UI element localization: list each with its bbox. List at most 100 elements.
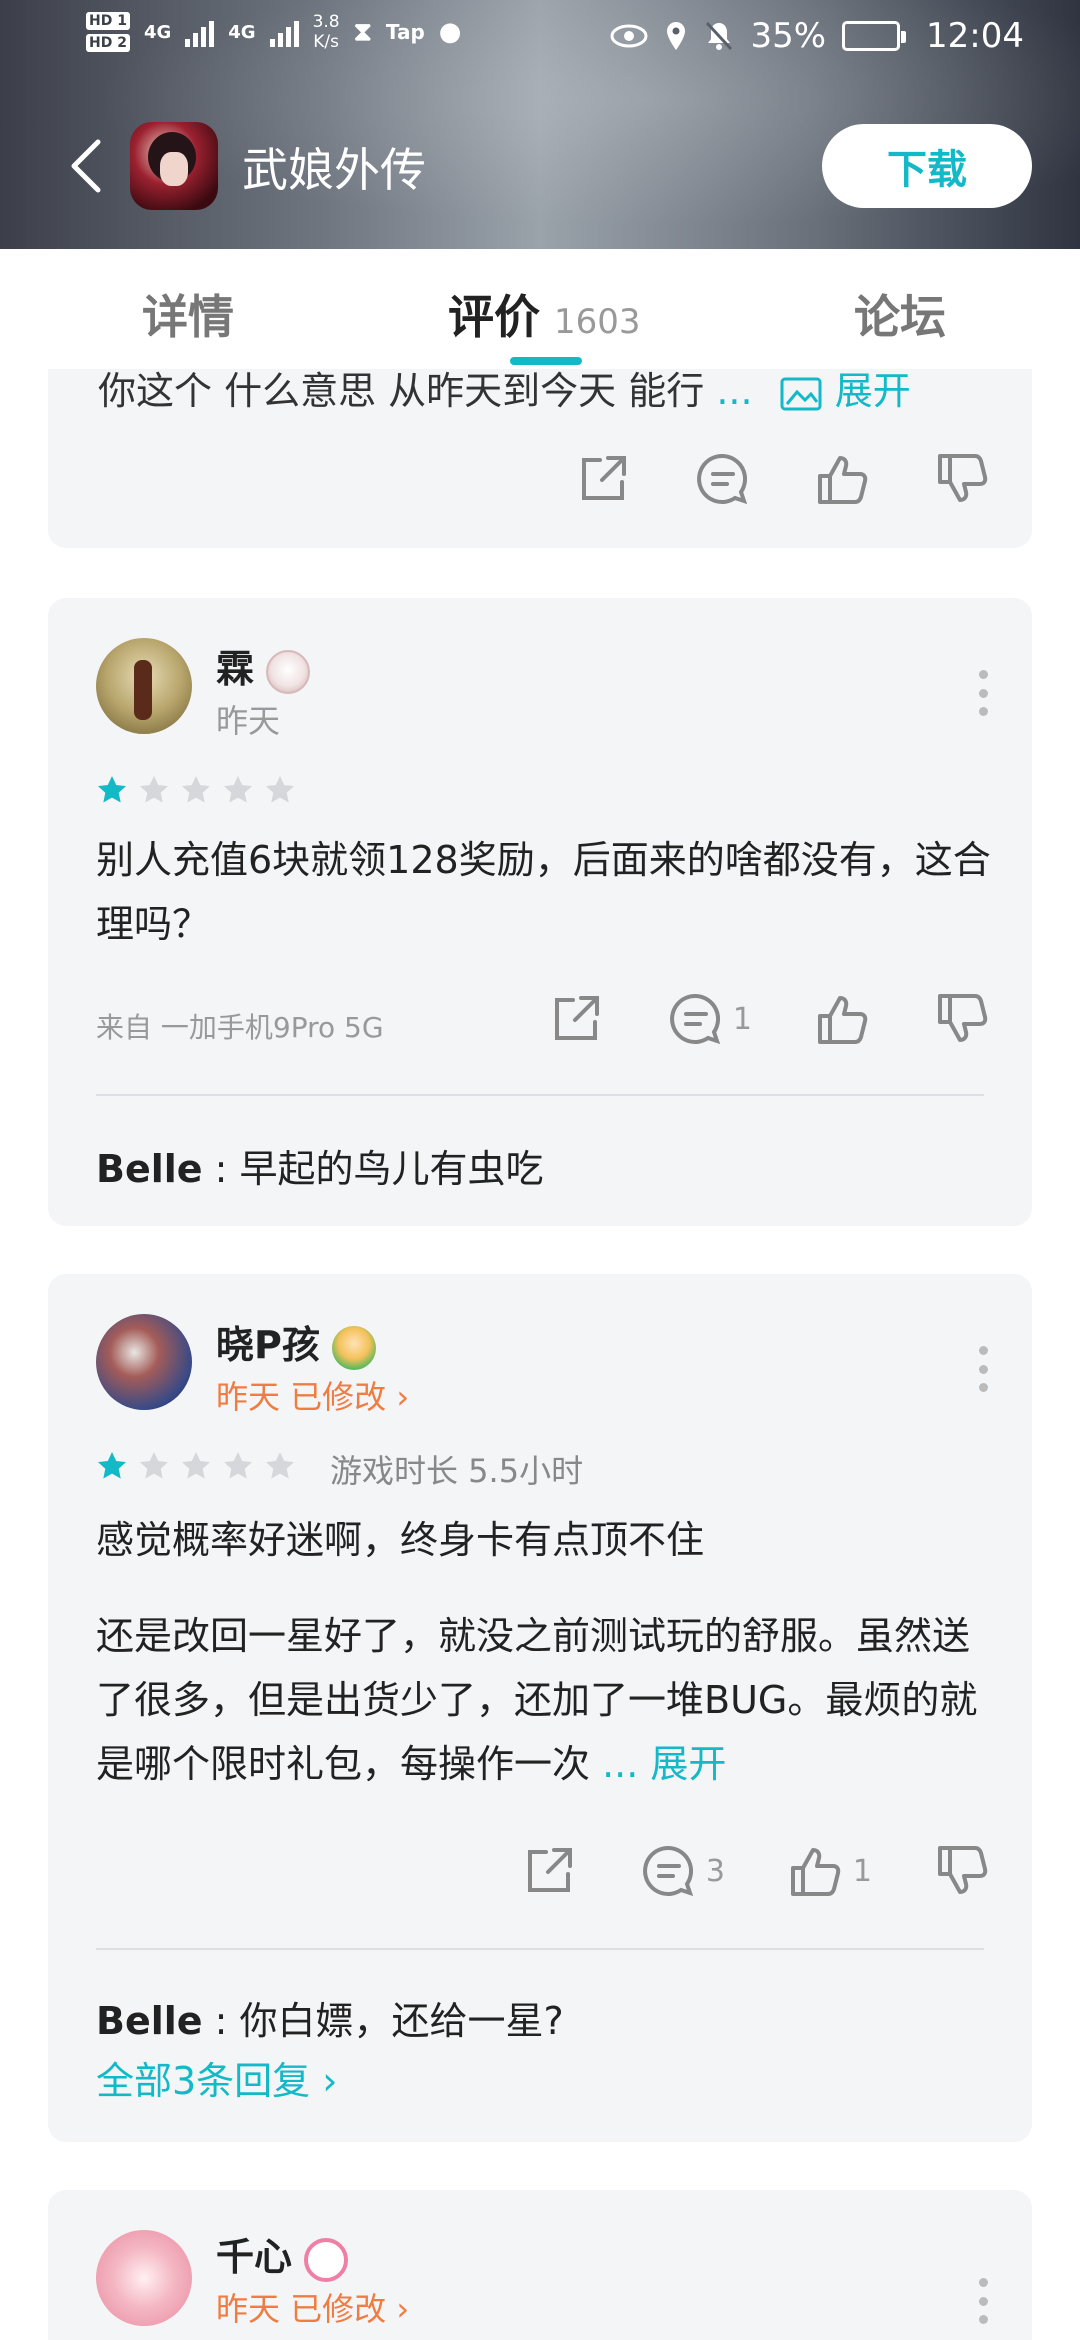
back-arrow-icon[interactable] xyxy=(66,138,106,194)
location-icon xyxy=(667,22,686,50)
user-badge-icon xyxy=(266,649,311,694)
app-title: 武娘外传 xyxy=(242,143,426,197)
comment-button[interactable]: 1 xyxy=(667,990,752,1048)
dislike-button[interactable] xyxy=(934,450,992,508)
image-icon xyxy=(780,377,822,410)
comment-count: 1 xyxy=(732,1001,752,1037)
username[interactable]: 千心 xyxy=(216,2226,349,2282)
ellipsis: ... xyxy=(716,369,753,413)
user-badge-icon xyxy=(331,1325,376,1370)
more-options-icon[interactable] xyxy=(978,670,988,716)
network-type-2: 4G xyxy=(228,21,256,43)
hourglass-icon: ⧗ xyxy=(353,16,372,47)
action-bar: 1 xyxy=(485,990,992,1048)
star-empty-icon xyxy=(266,1452,294,1479)
app-bar: 武娘外传 下载 xyxy=(0,110,1080,220)
review-text: 别人充值6块就领128奖励，后面来的啥都没有，这合理吗？ xyxy=(96,838,991,946)
comment-icon xyxy=(697,453,748,505)
reply-preview[interactable]: Belle : 早起的鸟儿有虫吃 xyxy=(96,1138,544,1193)
app-icon xyxy=(130,122,218,210)
eye-icon xyxy=(610,24,648,48)
star-rating xyxy=(96,1450,296,1482)
thumbs-down-icon xyxy=(938,994,988,1042)
star-empty-icon xyxy=(224,776,252,803)
username-text: 晓P孩 xyxy=(216,1323,320,1367)
ellipsis: ... xyxy=(590,1742,651,1786)
expand-link[interactable]: 展开 xyxy=(835,369,911,413)
star-empty-icon xyxy=(140,1452,168,1479)
tab-forum[interactable]: 论坛 xyxy=(854,281,946,347)
review-date[interactable]: 昨天 已修改 › xyxy=(216,1372,409,1418)
signal-icon-2 xyxy=(269,17,299,47)
share-icon xyxy=(554,996,599,1040)
star-empty-icon xyxy=(266,776,294,803)
thumbs-down-icon xyxy=(938,454,988,502)
like-button[interactable]: 1 xyxy=(787,1842,872,1900)
playtime-text: 游戏时长 5.5小时 xyxy=(330,1452,584,1490)
review-text: 还是改回一星好了，就没之前测试玩的舒服。虽然送了很多，但是出货少了，还加了一堆B… xyxy=(96,1604,996,1796)
review-text: 你这个 什么意思 从昨天到今天 能行 xyxy=(98,369,705,413)
app-header: HD 1 HD 2 4G 4G 3.8 K/s ⧗ Tap ● 35% 12:0… xyxy=(0,0,1080,249)
avatar[interactable] xyxy=(96,638,192,734)
review-card: 千心 昨天 已修改 › xyxy=(48,2190,1032,2340)
device-info: 来自 一加手机9Pro 5G xyxy=(96,1011,384,1044)
reply-text: 早起的鸟儿有虫吃 xyxy=(239,1147,544,1191)
sim1-badge: HD 1 xyxy=(86,12,130,30)
avatar[interactable] xyxy=(96,1314,192,1410)
share-button[interactable] xyxy=(574,450,632,508)
download-button[interactable]: 下载 xyxy=(822,124,1032,208)
expand-link[interactable]: 展开 xyxy=(650,1742,726,1786)
share-icon xyxy=(527,1848,572,1892)
star-empty-icon xyxy=(224,1452,252,1479)
comment-icon xyxy=(670,993,721,1045)
chat-bubble-icon: ● xyxy=(438,17,462,47)
star-filled-icon xyxy=(98,776,126,803)
all-replies-link[interactable]: 全部3条回复 › xyxy=(96,2050,337,2105)
reply-preview[interactable]: Belle : 你白嫖，还给一星? xyxy=(96,1990,564,2045)
review-date[interactable]: 昨天 已修改 › xyxy=(216,2284,409,2330)
tab-bar: 详情 评价 1603 论坛 xyxy=(0,249,1080,369)
star-empty-icon xyxy=(182,1452,210,1479)
thumbs-up-icon xyxy=(818,456,868,504)
battery-icon xyxy=(842,21,907,51)
comment-count: 3 xyxy=(705,1853,725,1889)
tab-reviews[interactable]: 评价 1603 xyxy=(448,281,641,347)
star-filled-icon xyxy=(98,1452,126,1479)
battery-percent: 35% xyxy=(750,16,827,56)
reply-separator: : xyxy=(202,1999,240,2043)
tap-label: Tap xyxy=(385,20,425,44)
star-empty-icon xyxy=(182,776,210,803)
like-button[interactable] xyxy=(814,990,872,1048)
review-card: 你这个 什么意思 从昨天到今天 能行 ... 展开 xyxy=(48,340,1032,548)
username[interactable]: 晓P孩 xyxy=(216,1314,376,1370)
reply-separator: : xyxy=(202,1147,240,1191)
speed-value: 3.8 xyxy=(312,12,340,32)
dislike-button[interactable] xyxy=(934,1842,992,1900)
dislike-button[interactable] xyxy=(934,990,992,1048)
review-count: 1603 xyxy=(554,302,641,342)
more-options-icon[interactable] xyxy=(978,1346,988,1392)
like-button[interactable] xyxy=(814,450,872,508)
comment-icon xyxy=(642,1845,693,1897)
share-button[interactable] xyxy=(547,990,605,1048)
active-tab-indicator xyxy=(510,357,582,365)
review-body: 还是改回一星好了，就没之前测试玩的舒服。虽然送了很多，但是出货少了，还加了一堆B… xyxy=(96,1614,978,1786)
network-type-1: 4G xyxy=(143,21,172,43)
tab-reviews-label: 评价 xyxy=(448,290,540,344)
share-button[interactable] xyxy=(520,1842,578,1900)
username-text: 千心 xyxy=(216,2235,293,2279)
review-date: 昨天 xyxy=(216,702,281,740)
review-card: 霖 昨天 别人充值6块就领128奖励，后面来的啥都没有，这合理吗？ 来自 一加手… xyxy=(48,598,1032,1226)
tab-details[interactable]: 详情 xyxy=(142,281,234,347)
thumbs-up-icon xyxy=(818,996,868,1044)
bell-mute-icon xyxy=(706,21,733,51)
comment-button[interactable]: 3 xyxy=(640,1842,725,1900)
sim2-badge: HD 2 xyxy=(86,34,130,52)
star-empty-icon xyxy=(140,776,168,803)
avatar[interactable] xyxy=(96,2230,192,2326)
divider xyxy=(96,1948,984,1950)
username[interactable]: 霖 xyxy=(216,638,311,694)
comment-button[interactable] xyxy=(694,450,752,508)
more-options-icon[interactable] xyxy=(978,2278,988,2324)
share-icon xyxy=(582,456,626,500)
